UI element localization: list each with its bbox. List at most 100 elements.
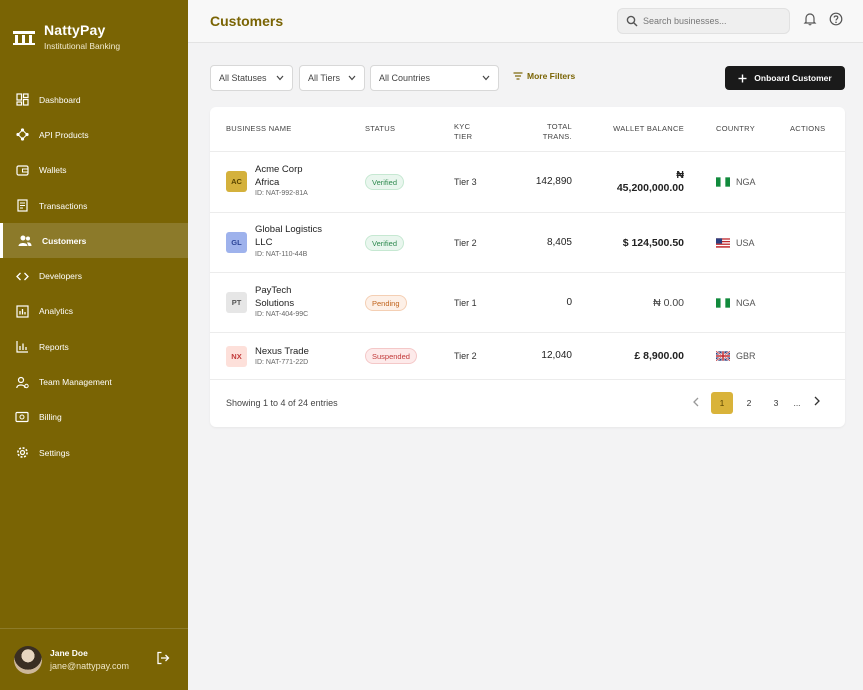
- sidebar-item-label: Wallets: [39, 165, 67, 176]
- business-name-line2: Solutions: [255, 298, 295, 309]
- sidebar-item-label: Team Management: [39, 377, 112, 388]
- country-cell: USA: [716, 238, 755, 248]
- business-name[interactable]: Nexus Trade: [255, 345, 335, 358]
- top-header: Customers: [188, 0, 863, 43]
- business-id: ID: NAT-110-44B: [255, 251, 308, 258]
- onboard-customer-label: Onboard Customer: [754, 73, 832, 83]
- business-initials: GL: [226, 232, 247, 253]
- brand[interactable]: NattyPay Institutional Banking: [12, 22, 120, 51]
- sidebar-item-reports[interactable]: Reports: [0, 329, 188, 364]
- status-badge: Pending: [365, 295, 407, 311]
- help-icon[interactable]: [829, 12, 843, 26]
- sidebar: NattyPay Institutional Banking Dashboard…: [0, 0, 188, 690]
- avatar[interactable]: [14, 645, 42, 674]
- page-2-button[interactable]: 2: [738, 392, 760, 414]
- header-country[interactable]: COUNTRY: [716, 124, 755, 134]
- filter-icon: [513, 72, 523, 80]
- tier-filter-value: All Tiers: [308, 73, 341, 83]
- user-profile[interactable]: Jane Doe jane@nattypay.com: [0, 628, 188, 690]
- chevron-down-icon: [276, 75, 284, 81]
- header-kyc-tier[interactable]: KYC TIER: [454, 122, 472, 142]
- sidebar-nav: Dashboard API Products Wallets Transacti…: [0, 82, 188, 470]
- country-cell: NGA: [716, 177, 756, 187]
- business-name[interactable]: Acme Corp Africa: [255, 163, 335, 189]
- bell-icon[interactable]: [803, 12, 817, 26]
- country-filter[interactable]: All Countries: [370, 65, 499, 91]
- user-email: jane@nattypay.com: [50, 661, 130, 671]
- bank-logo-icon: [13, 31, 35, 45]
- sidebar-item-label: Settings: [39, 447, 70, 458]
- chart-icon: [15, 304, 29, 318]
- kyc-tier: Tier 2: [454, 238, 477, 248]
- business-initials: AC: [226, 171, 247, 192]
- business-initials: PT: [226, 292, 247, 313]
- page-title: Customers: [210, 13, 284, 29]
- country-filter-value: All Countries: [379, 73, 431, 83]
- table-row[interactable]: GL Global Logistics LLC ID: NAT-110-44B …: [210, 212, 845, 272]
- sidebar-item-label: Billing: [39, 412, 62, 423]
- sidebar-item-transactions[interactable]: Transactions: [0, 188, 188, 223]
- kyc-tier: Tier 1: [454, 298, 477, 308]
- header-status[interactable]: STATUS: [365, 124, 395, 134]
- table-row[interactable]: AC Acme Corp Africa ID: NAT-992-81A Veri…: [210, 151, 845, 212]
- header-total-trans[interactable]: TOTAL TRANS.: [543, 122, 572, 142]
- nigeria-flag-icon: [716, 177, 730, 187]
- sidebar-item-label: Analytics: [39, 306, 74, 317]
- users-icon: [18, 234, 32, 248]
- brand-name: NattyPay: [44, 22, 106, 38]
- country-code: USA: [736, 238, 755, 248]
- search-box[interactable]: [617, 8, 790, 34]
- sidebar-item-billing[interactable]: Billing: [0, 400, 188, 435]
- more-filters-label: More Filters: [527, 71, 576, 81]
- header-kyc-line1: KYC: [454, 122, 471, 131]
- business-name[interactable]: PayTech Solutions: [255, 284, 335, 310]
- sidebar-item-api-products[interactable]: API Products: [0, 117, 188, 152]
- business-id: ID: NAT-771-22D: [255, 359, 309, 366]
- header-wallet-balance[interactable]: WALLET BALANCE: [613, 124, 684, 134]
- business-name-line2: Africa: [255, 177, 280, 188]
- user-name: Jane Doe: [50, 648, 88, 658]
- sidebar-item-label: Customers: [42, 235, 87, 246]
- page-ellipsis: ...: [793, 398, 801, 408]
- sidebar-item-label: Developers: [39, 271, 82, 282]
- sidebar-item-settings[interactable]: Settings: [0, 435, 188, 470]
- business-name-line1: Global Logistics: [255, 224, 323, 235]
- business-id: ID: NAT-992-81A: [255, 190, 308, 197]
- table-row[interactable]: NX Nexus Trade ID: NAT-771-22D Suspended…: [210, 332, 845, 380]
- more-filters-button[interactable]: More Filters: [513, 71, 575, 81]
- receipt-icon: [15, 199, 29, 213]
- sidebar-item-label: Dashboard: [39, 94, 81, 105]
- chevron-left-icon[interactable]: [692, 397, 700, 407]
- sidebar-item-wallets[interactable]: Wallets: [0, 153, 188, 188]
- table-row[interactable]: PT PayTech Solutions ID: NAT-404-99C Pen…: [210, 272, 845, 332]
- gear-icon: [15, 446, 29, 460]
- sidebar-item-team-management[interactable]: Team Management: [0, 364, 188, 399]
- status-filter[interactable]: All Statuses: [210, 65, 293, 91]
- total-transactions: 8,405: [546, 237, 572, 248]
- sidebar-item-dashboard[interactable]: Dashboard: [0, 82, 188, 117]
- chevron-down-icon: [482, 75, 490, 81]
- business-name-line1: Acme Corp: [255, 164, 303, 175]
- logout-icon[interactable]: [156, 651, 170, 665]
- header-trans-line2: TRANS.: [542, 132, 572, 141]
- sidebar-item-customers[interactable]: Customers: [0, 223, 188, 259]
- code-icon: [15, 269, 29, 283]
- wallet-balance: ₦ 45,200,000.00: [617, 169, 684, 195]
- header-actions: ACTIONS: [790, 124, 826, 133]
- header-business-name[interactable]: BUSINESS NAME: [226, 124, 292, 134]
- total-transactions: 12,040: [541, 350, 572, 361]
- search-input[interactable]: [643, 16, 783, 26]
- wallet-balance-currency: ₦: [676, 169, 684, 181]
- plus-icon: [738, 74, 747, 82]
- tier-filter[interactable]: All Tiers: [299, 65, 365, 91]
- page-3-button[interactable]: 3: [765, 392, 787, 414]
- country-cell: GBR: [716, 351, 756, 361]
- business-name[interactable]: Global Logistics LLC: [255, 223, 335, 249]
- business-name-line2: LLC: [255, 237, 273, 248]
- page-1-button[interactable]: 1: [711, 392, 733, 414]
- sidebar-item-analytics[interactable]: Analytics: [0, 294, 188, 329]
- chevron-right-icon[interactable]: [813, 396, 821, 406]
- business-id: ID: NAT-404-99C: [255, 311, 309, 318]
- sidebar-item-developers[interactable]: Developers: [0, 258, 188, 293]
- onboard-customer-button[interactable]: Onboard Customer: [725, 66, 845, 90]
